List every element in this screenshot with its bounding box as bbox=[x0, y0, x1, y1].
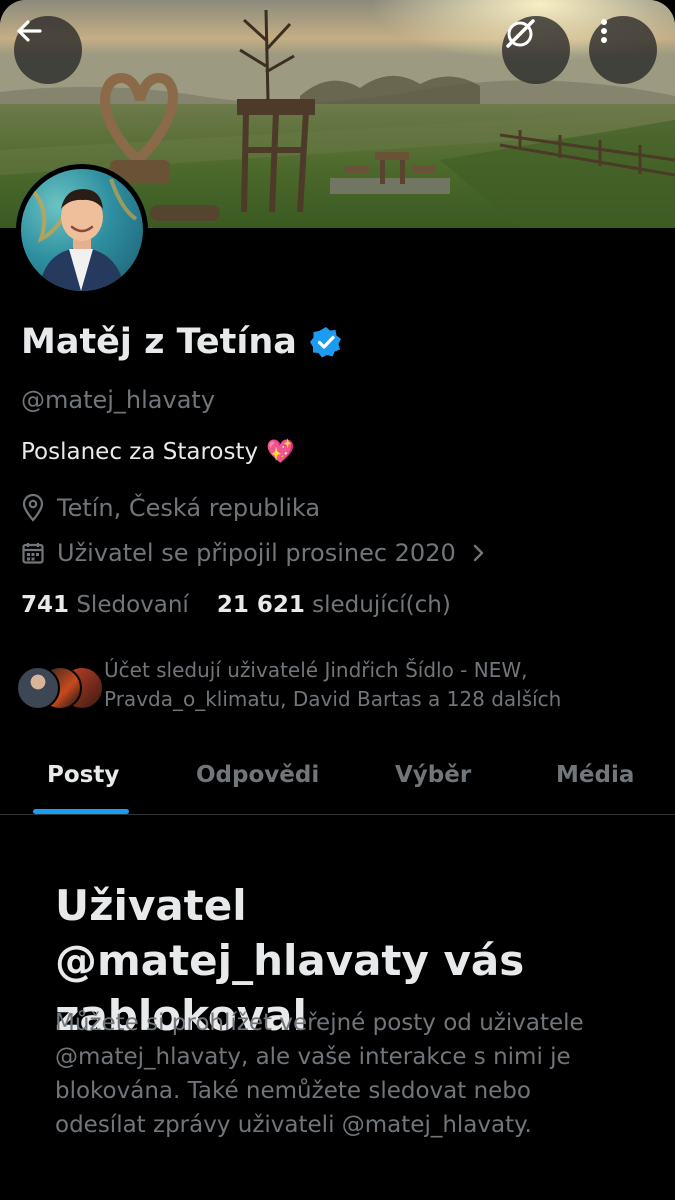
profile-name-row: Matěj z Tetína bbox=[21, 322, 343, 362]
profile-joined[interactable]: Uživatel se připojil prosinec 2020 bbox=[21, 539, 488, 567]
profile-handle: @matej_hlavaty bbox=[21, 386, 216, 414]
tab-vyber[interactable]: Výběr bbox=[395, 762, 471, 788]
chevron-right-icon bbox=[473, 544, 483, 562]
following-label: Sledovaní bbox=[76, 592, 189, 618]
sparkling-heart-emoji: 💖 bbox=[266, 439, 295, 465]
profile-avatar[interactable] bbox=[16, 164, 148, 296]
arrow-left-icon bbox=[17, 20, 42, 42]
grok-button[interactable] bbox=[502, 16, 570, 84]
location-text: Tetín, Česká republika bbox=[57, 494, 321, 522]
followed-by[interactable]: Účet sledují uživatelé Jindřich Šídlo - … bbox=[16, 656, 624, 714]
profile-tabs: Posty Odpovědi Výběr Média bbox=[0, 752, 675, 815]
blocked-description: Můžete si prohlížet veřejné posty od uži… bbox=[55, 1010, 584, 1138]
more-button[interactable] bbox=[589, 16, 657, 84]
following-count: 741 bbox=[21, 592, 70, 618]
profile-stats: 741 Sledovaní 21 621 sledující(ch) bbox=[21, 592, 451, 618]
follower-avatar-1 bbox=[16, 666, 60, 710]
active-tab-indicator bbox=[33, 809, 129, 814]
joined-text: Uživatel se připojil prosinec 2020 bbox=[57, 539, 456, 567]
followers-link[interactable]: 21 621 sledující(ch) bbox=[217, 592, 451, 618]
back-button[interactable] bbox=[14, 16, 82, 84]
tab-odpovedi[interactable]: Odpovědi bbox=[196, 762, 319, 788]
profile-bio: Poslanec za Starosty 💖 bbox=[21, 438, 295, 466]
grok-icon bbox=[506, 19, 535, 48]
location-pin-icon bbox=[22, 494, 44, 522]
verified-badge-icon[interactable] bbox=[309, 325, 343, 359]
bio-text: Poslanec za Starosty bbox=[21, 438, 259, 465]
profile-name: Matěj z Tetína bbox=[21, 322, 297, 362]
followers-count: 21 621 bbox=[216, 592, 305, 618]
profile-location: Tetín, Česká republika bbox=[21, 494, 320, 522]
tab-media[interactable]: Média bbox=[556, 762, 634, 788]
followers-label: sledující(ch) bbox=[312, 592, 451, 618]
more-vertical-icon bbox=[601, 19, 607, 43]
followers-you-know-avatars bbox=[16, 666, 104, 710]
calendar-icon bbox=[22, 543, 44, 564]
followed-by-text: Účet sledují uživatelé Jindřich Šídlo - … bbox=[104, 658, 562, 711]
avatar bbox=[21, 169, 143, 291]
tab-posty[interactable]: Posty bbox=[47, 762, 119, 788]
following-link[interactable]: 741 Sledovaní bbox=[21, 592, 189, 618]
